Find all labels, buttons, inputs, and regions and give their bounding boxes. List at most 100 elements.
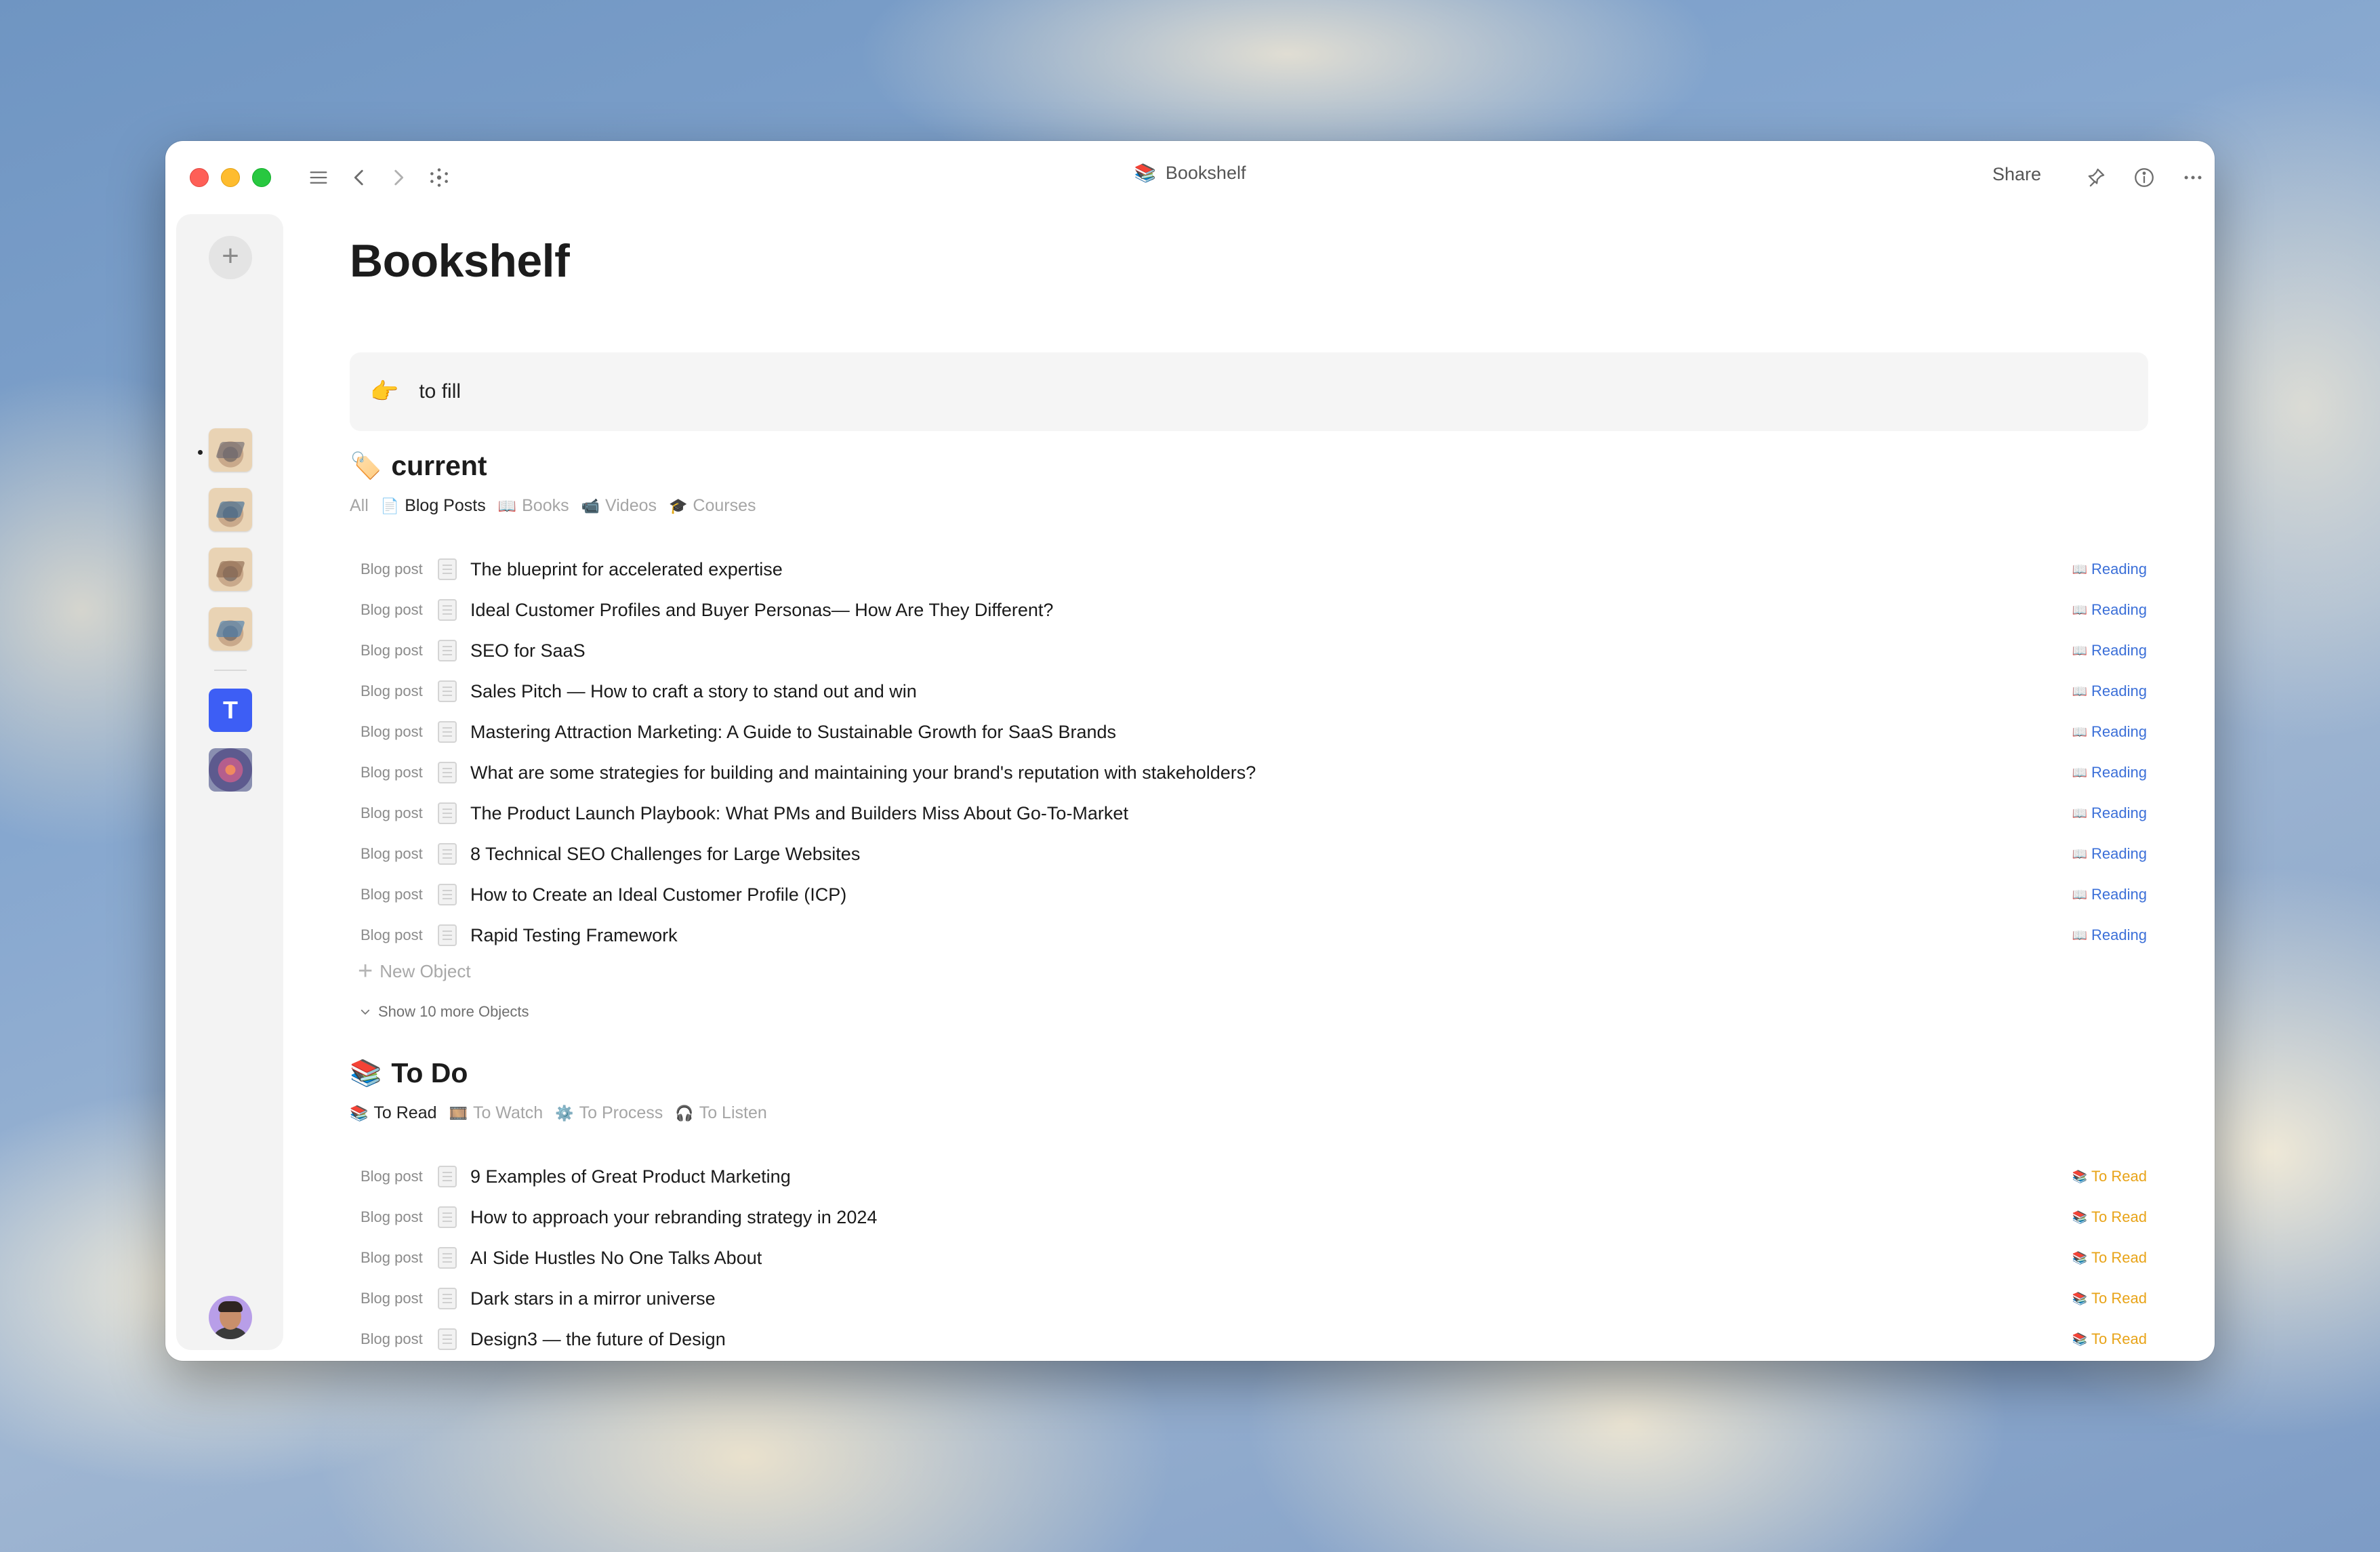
object-title[interactable]: Ideal Customer Profiles and Buyer Person… bbox=[470, 600, 1053, 621]
section-title-to-do[interactable]: 📚 To Do bbox=[350, 1057, 468, 1089]
document-icon bbox=[438, 1247, 457, 1269]
view-tab-label: Courses bbox=[693, 496, 756, 515]
list-item[interactable]: Blog post 9 Examples of Great Product Mar… bbox=[350, 1156, 2152, 1197]
more-options-icon[interactable] bbox=[2179, 164, 2207, 191]
view-tab-to-read[interactable]: 📚 To Read bbox=[350, 1103, 437, 1123]
status-tag[interactable]: 📚 To Read bbox=[2072, 1238, 2147, 1278]
view-tab-to-listen[interactable]: 🎧 To Listen bbox=[675, 1103, 766, 1123]
object-title[interactable]: How to Create an Ideal Customer Profile … bbox=[470, 884, 846, 905]
status-tag[interactable]: 📖 Reading bbox=[2072, 834, 2147, 874]
view-tab-label: To Read bbox=[373, 1103, 437, 1122]
object-title[interactable]: Sales Pitch — How to craft a story to st… bbox=[470, 681, 917, 702]
forward-arrow-icon[interactable] bbox=[385, 164, 412, 191]
pointing-hand-icon: 👉 bbox=[370, 379, 399, 405]
user-avatar[interactable] bbox=[209, 1296, 252, 1339]
status-label: To Read bbox=[2091, 1290, 2147, 1307]
show-more-label: Show 10 more Objects bbox=[378, 1003, 529, 1020]
object-title[interactable]: Mastering Attraction Marketing: A Guide … bbox=[470, 722, 1116, 743]
open-book-icon: 📖 bbox=[2072, 724, 2088, 739]
view-tab-videos[interactable]: 📹 Videos bbox=[581, 496, 657, 516]
list-item[interactable]: Blog post Dark stars in a mirror universe… bbox=[350, 1278, 2152, 1319]
sidebar-divider bbox=[214, 670, 247, 671]
space-t-icon[interactable]: T bbox=[209, 689, 252, 732]
list-item[interactable]: Blog post How to approach your rebranding… bbox=[350, 1197, 2152, 1238]
status-tag[interactable]: 📖 Reading bbox=[2072, 752, 2147, 793]
view-tab-courses[interactable]: 🎓 Courses bbox=[669, 496, 756, 516]
minimize-window-button[interactable] bbox=[221, 168, 240, 187]
status-tag[interactable]: 📚 To Read bbox=[2072, 1156, 2147, 1197]
books-icon: 📚 bbox=[350, 1104, 369, 1122]
callout-block[interactable]: 👉 to fill bbox=[350, 352, 2148, 431]
object-title[interactable]: The blueprint for accelerated expertise bbox=[470, 559, 783, 580]
add-space-button[interactable]: + bbox=[209, 236, 252, 279]
list-item[interactable]: Blog post How to Create an Ideal Customer… bbox=[350, 874, 2152, 915]
object-title[interactable]: The Product Launch Playbook: What PMs an… bbox=[470, 803, 1128, 824]
list-item[interactable]: Blog post Design3 — the future of Design 📚… bbox=[350, 1319, 2152, 1360]
status-tag[interactable]: 📖 Reading bbox=[2072, 671, 2147, 712]
status-tag[interactable]: 📖 Reading bbox=[2072, 712, 2147, 752]
info-icon[interactable] bbox=[2131, 164, 2158, 191]
status-tag[interactable]: 📖 Reading bbox=[2072, 874, 2147, 915]
hamburger-menu-icon[interactable] bbox=[305, 164, 332, 191]
show-more-objects-button[interactable]: Show 10 more Objects bbox=[359, 1003, 529, 1021]
list-item[interactable]: Blog post Ideal Customer Profiles and Buy… bbox=[350, 590, 2152, 630]
object-title[interactable]: What are some strategies for building an… bbox=[470, 762, 1256, 783]
label-tag-icon: 🏷️ bbox=[350, 451, 382, 481]
close-window-button[interactable] bbox=[190, 168, 209, 187]
list-item[interactable]: Blog post The blueprint for accelerated e… bbox=[350, 549, 2152, 590]
view-tab-blog-posts[interactable]: 📄 Blog Posts bbox=[381, 496, 486, 516]
object-type-label: Blog post bbox=[361, 601, 423, 618]
list-item[interactable]: Blog post Rapid Testing Framework 📖 Reading bbox=[350, 915, 2152, 956]
status-tag[interactable]: 📖 Reading bbox=[2072, 915, 2147, 956]
space-nebula-icon[interactable] bbox=[209, 748, 252, 792]
object-title[interactable]: Design3 — the future of Design bbox=[470, 1329, 726, 1350]
space-icon-4[interactable] bbox=[209, 607, 252, 651]
spaces-sidebar: + T bbox=[176, 214, 283, 1350]
graph-dots-icon[interactable] bbox=[426, 164, 453, 191]
page-content: Bookshelf 👉 to fill 🏷️ current All 📄 Blog… bbox=[350, 234, 2152, 1350]
view-tab-to-watch[interactable]: 🎞️ To Watch bbox=[449, 1103, 543, 1123]
view-tab-to-process[interactable]: ⚙️ To Process bbox=[555, 1103, 663, 1123]
object-title[interactable]: 9 Examples of Great Product Marketing bbox=[470, 1166, 791, 1187]
space-icon-1[interactable] bbox=[209, 428, 252, 472]
document-icon bbox=[438, 599, 457, 621]
list-item[interactable]: Blog post What are some strategies for bu… bbox=[350, 752, 2152, 793]
status-tag[interactable]: 📖 Reading bbox=[2072, 590, 2147, 630]
object-title[interactable]: How to approach your rebranding strategy… bbox=[470, 1207, 877, 1228]
share-button[interactable]: Share bbox=[1992, 164, 2041, 185]
list-item[interactable]: Blog post 8 Technical SEO Challenges for … bbox=[350, 834, 2152, 874]
new-object-button[interactable]: + New Object bbox=[358, 958, 471, 984]
view-tab-all[interactable]: All bbox=[350, 496, 369, 516]
object-title[interactable]: Rapid Testing Framework bbox=[470, 925, 678, 946]
back-arrow-icon[interactable] bbox=[346, 164, 373, 191]
window-title: 📚 Bookshelf bbox=[165, 163, 2215, 184]
maximize-window-button[interactable] bbox=[252, 168, 271, 187]
view-tab-books[interactable]: 📖 Books bbox=[498, 496, 569, 516]
open-book-icon: 📖 bbox=[2072, 603, 2088, 617]
status-tag[interactable]: 📚 To Read bbox=[2072, 1197, 2147, 1238]
view-tab-label: To Listen bbox=[699, 1103, 767, 1122]
status-tag[interactable]: 📚 To Read bbox=[2072, 1278, 2147, 1319]
list-item[interactable]: Blog post Mastering Attraction Marketing:… bbox=[350, 712, 2152, 752]
page-title: Bookshelf bbox=[350, 235, 570, 287]
list-item[interactable]: Blog post Sales Pitch — How to craft a st… bbox=[350, 671, 2152, 712]
status-tag[interactable]: 📖 Reading bbox=[2072, 793, 2147, 834]
object-title[interactable]: AI Side Hustles No One Talks About bbox=[470, 1248, 762, 1269]
space-icon-3[interactable] bbox=[209, 548, 252, 591]
section-title-current[interactable]: 🏷️ current bbox=[350, 450, 487, 482]
document-icon bbox=[438, 640, 457, 661]
document-icon bbox=[438, 762, 457, 783]
list-item[interactable]: Blog post The Product Launch Playbook: Wh… bbox=[350, 793, 2152, 834]
object-title[interactable]: 8 Technical SEO Challenges for Large Web… bbox=[470, 844, 860, 865]
object-title[interactable]: SEO for SaaS bbox=[470, 640, 586, 661]
pin-icon[interactable] bbox=[2082, 164, 2109, 191]
list-item[interactable]: Blog post SEO for SaaS 📖 Reading bbox=[350, 630, 2152, 671]
video-camera-icon: 📹 bbox=[581, 497, 600, 514]
status-tag[interactable]: 📚 To Read bbox=[2072, 1319, 2147, 1360]
status-tag[interactable]: 📖 Reading bbox=[2072, 630, 2147, 671]
object-title[interactable]: Dark stars in a mirror universe bbox=[470, 1288, 716, 1309]
object-type-label: Blog post bbox=[361, 1330, 423, 1347]
list-item[interactable]: Blog post AI Side Hustles No One Talks Ab… bbox=[350, 1238, 2152, 1278]
space-icon-2[interactable] bbox=[209, 488, 252, 531]
status-tag[interactable]: 📖 Reading bbox=[2072, 549, 2147, 590]
